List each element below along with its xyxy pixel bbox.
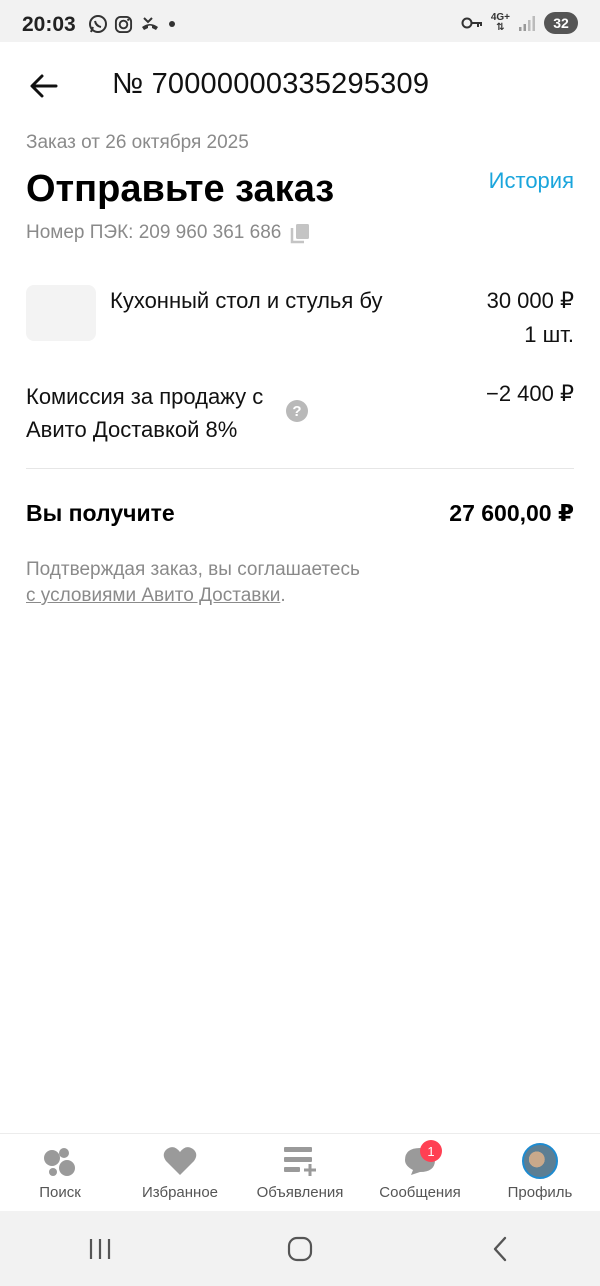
order-number: № 70000000335295309 — [112, 68, 430, 100]
home-button[interactable] — [270, 1229, 330, 1269]
help-icon[interactable]: ? — [286, 400, 308, 422]
item-title[interactable]: Кухонный стол и стулья бу — [110, 288, 383, 314]
nav-label-profile: Профиль — [507, 1184, 573, 1201]
battery-indicator: 32 — [544, 12, 578, 34]
recent-apps-button[interactable] — [70, 1229, 130, 1269]
whatsapp-icon — [89, 15, 107, 33]
dot-icon — [169, 21, 175, 27]
divider — [26, 468, 574, 469]
nav-item-listings[interactable]: Объявления — [240, 1134, 360, 1212]
item-thumbnail[interactable] — [26, 285, 96, 341]
signal-icon — [519, 16, 535, 31]
item-price: 30 000 ₽ — [486, 288, 574, 313]
home-icon — [287, 1236, 313, 1261]
system-icons: 4G+ ⇅ 32 — [461, 12, 578, 34]
nav-item-messages[interactable]: 1 Сообщения — [360, 1134, 480, 1212]
instagram-icon — [114, 15, 133, 33]
unread-badge: 1 — [420, 1140, 442, 1162]
add-listing-icon — [280, 1144, 320, 1178]
search-dots-icon — [40, 1144, 80, 1178]
terms-link[interactable]: с условиями Авито Доставки — [26, 585, 280, 606]
bottom-nav: Поиск Избранное Объявления 1 Сообщения П… — [0, 1133, 600, 1212]
status-time: 20:03 — [22, 13, 76, 36]
pek-number: Номер ПЭК: 209 960 361 686 — [26, 222, 282, 243]
total-value: 27 600,00 ₽ — [449, 500, 574, 526]
page-title: Отправьте заказ — [26, 168, 335, 210]
network-indicator: 4G+ ⇅ — [491, 13, 510, 33]
item-quantity: 1 шт. — [524, 322, 574, 347]
copy-icon[interactable] — [289, 222, 311, 244]
nav-item-favorites[interactable]: Избранное — [120, 1134, 240, 1212]
commission-value: −2 400 ₽ — [485, 381, 574, 406]
terms-text: Подтверждая заказ, вы соглашаетесь — [26, 559, 360, 580]
chat-icon: 1 — [400, 1140, 442, 1178]
system-nav-bar — [0, 1211, 600, 1286]
avatar — [522, 1143, 558, 1179]
arrow-left-icon — [30, 74, 58, 98]
nav-label-messages: Сообщения — [379, 1184, 461, 1201]
nav-label-listings: Объявления — [256, 1184, 344, 1201]
status-bar: 20:03 4G+ ⇅ 32 — [0, 0, 600, 42]
order-date: Заказ от 26 октября 2025 — [26, 132, 249, 153]
nav-item-profile[interactable]: Профиль — [480, 1134, 600, 1212]
back-button[interactable] — [26, 68, 62, 104]
avatar-wrapper — [520, 1143, 560, 1179]
heart-icon — [160, 1144, 200, 1178]
nav-item-search[interactable]: Поиск — [0, 1134, 120, 1212]
nav-label-favorites: Избранное — [141, 1184, 219, 1201]
terms-suffix: . — [280, 585, 286, 606]
pek-number-row: Номер ПЭК: 209 960 361 686 — [26, 222, 311, 244]
commission-label: Комиссия за продажу с Авито Доставкой 8% — [26, 384, 264, 442]
notification-icons — [88, 14, 177, 34]
recent-apps-icon — [89, 1238, 111, 1259]
missed-call-icon — [142, 17, 158, 30]
chevron-left-icon — [493, 1236, 507, 1261]
nav-label-search: Поиск — [39, 1184, 81, 1201]
total-label: Вы получите — [26, 500, 175, 526]
key-icon — [461, 17, 482, 29]
system-back-button[interactable] — [470, 1229, 530, 1269]
terms-notice: Подтверждая заказ, вы соглашаетесь с усл… — [26, 557, 574, 609]
history-link[interactable]: История — [489, 168, 574, 194]
data-arrows-icon: ⇅ — [496, 22, 505, 33]
